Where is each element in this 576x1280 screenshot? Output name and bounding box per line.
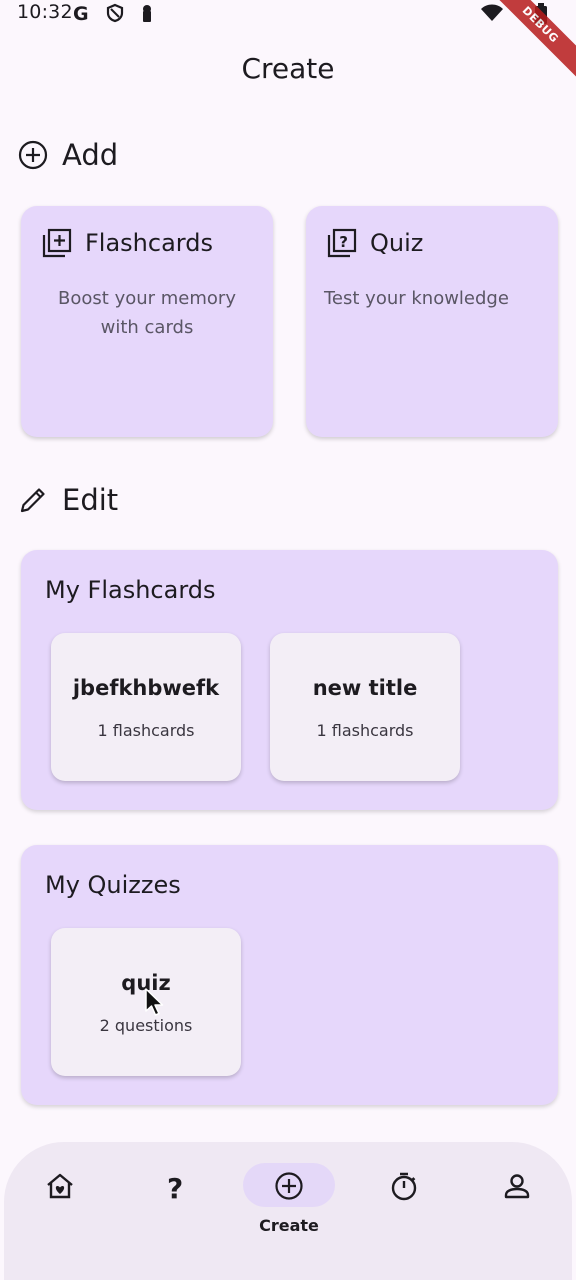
- quiz-question-count: 2 questions: [99, 1016, 193, 1035]
- add-quiz-description: Test your knowledge: [324, 288, 509, 309]
- add-quiz-title: Quiz: [370, 229, 424, 257]
- flashcard-set-card[interactable]: new title 1 flashcards: [270, 633, 460, 781]
- status-time: 10:32: [17, 1, 73, 23]
- flashcard-set-count: 1 flashcards: [97, 721, 195, 740]
- add-section-label: Add: [62, 138, 119, 172]
- add-flashcards-title: Flashcards: [85, 229, 213, 257]
- nav-item-create[interactable]: Create: [239, 1142, 339, 1252]
- home-heart-icon: [45, 1171, 75, 1201]
- page-title: Create: [241, 52, 335, 85]
- add-circle-icon: [17, 139, 49, 171]
- question-icon: ?: [160, 1171, 190, 1201]
- create-screen: 10:32 G DEBUG Create Add Flashcards Boos…: [0, 0, 576, 1280]
- add-quiz-card[interactable]: ? Quiz Test your knowledge: [306, 206, 558, 437]
- pencil-icon: [17, 484, 49, 516]
- svg-text:?: ?: [167, 1172, 183, 1201]
- library-add-icon: [40, 226, 74, 260]
- status-bar: 10:32 G DEBUG: [0, 0, 576, 83]
- bottom-navigation-bar: ? Create: [4, 1142, 572, 1280]
- person-icon: [502, 1171, 532, 1201]
- svg-text:G: G: [73, 3, 89, 23]
- flashcard-set-card[interactable]: jbefkhbwefk 1 flashcards: [51, 633, 241, 781]
- google-icon: G: [72, 3, 92, 27]
- flashcard-set-count: 1 flashcards: [316, 721, 414, 740]
- add-flashcards-card[interactable]: Flashcards Boost your memory with cards: [21, 206, 273, 437]
- add-flashcards-card-header: Flashcards: [40, 226, 213, 260]
- edit-section-header: Edit: [17, 480, 118, 520]
- my-flashcards-title: My Flashcards: [45, 576, 216, 604]
- my-quizzes-title: My Quizzes: [45, 871, 181, 899]
- nav-item-questions[interactable]: ?: [125, 1142, 225, 1252]
- my-quizzes-panel: My Quizzes quiz 2 questions: [21, 845, 558, 1105]
- wifi-icon: [480, 3, 504, 27]
- add-section-header: Add: [17, 135, 118, 175]
- add-flashcards-description: Boost your memory with cards: [58, 288, 236, 338]
- nav-item-timer[interactable]: [354, 1142, 454, 1252]
- lock-icon: [138, 3, 156, 27]
- nav-item-home[interactable]: [10, 1142, 110, 1252]
- edit-section-label: Edit: [62, 483, 119, 517]
- add-quiz-card-header: ? Quiz: [325, 226, 423, 260]
- quiz-icon: ?: [325, 226, 359, 260]
- nav-item-profile[interactable]: [467, 1142, 567, 1252]
- my-flashcards-panel: My Flashcards jbefkhbwefk 1 flashcards n…: [21, 550, 558, 810]
- shield-icon: [105, 3, 125, 27]
- add-circle-icon: [274, 1171, 304, 1201]
- svg-text:?: ?: [339, 233, 348, 251]
- mouse-cursor-icon: [145, 988, 165, 1018]
- timer-icon: [389, 1171, 419, 1201]
- flashcard-set-title: new title: [312, 676, 418, 700]
- nav-item-create-label: Create: [259, 1216, 319, 1235]
- flashcard-set-title: jbefkhbwefk: [72, 676, 220, 700]
